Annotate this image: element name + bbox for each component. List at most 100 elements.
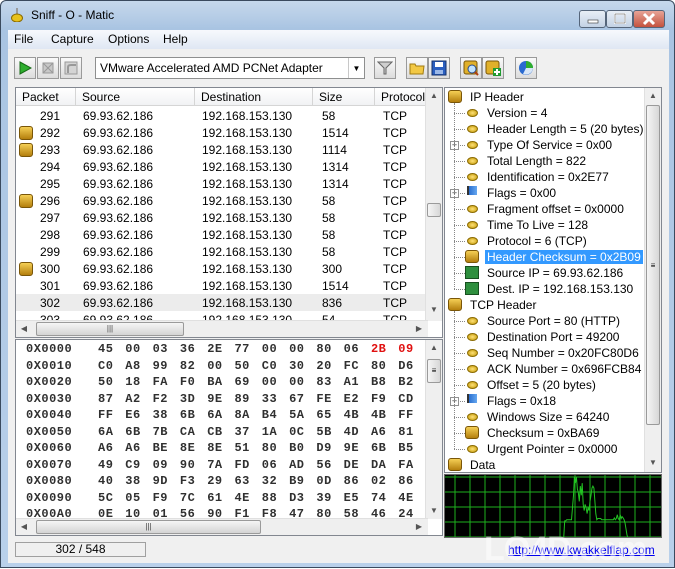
packet-row[interactable]: 295 69.93.62.186 192.168.153.130 1314 TCP xyxy=(16,175,428,192)
cell-packet: 292 xyxy=(40,126,61,140)
stop-capture-button[interactable] xyxy=(37,57,59,79)
hex-row[interactable]: 0X00905C05F97C614E88D339E5744E0 xyxy=(26,491,453,507)
packet-row[interactable]: 292 69.93.62.186 192.168.153.130 1514 TCP xyxy=(16,124,428,141)
hex-row[interactable]: 0X003087A2F23D9E893367FEE2F9CDE xyxy=(26,392,453,408)
packet-row[interactable]: 291 69.93.62.186 192.168.153.130 58 TCP xyxy=(16,107,428,124)
field-icon xyxy=(467,317,478,325)
scroll-right-arrow-icon[interactable]: ▶ xyxy=(411,321,427,337)
hex-vscroll-thumb[interactable]: ≡ xyxy=(427,359,441,383)
tree-connector xyxy=(454,417,465,418)
tree-vscrollbar[interactable]: ▲ ≡ ▼ xyxy=(644,88,661,472)
packet-row[interactable]: 297 69.93.62.186 192.168.153.130 58 TCP xyxy=(16,209,428,226)
column-protocol[interactable]: Protocol xyxy=(375,88,428,106)
tree-connector xyxy=(454,433,465,434)
packet-row[interactable]: 294 69.93.62.186 192.168.153.130 1314 TCP xyxy=(16,158,428,175)
hex-hscrollbar[interactable]: ◀ ||| ▶ xyxy=(16,518,428,535)
clear-button[interactable] xyxy=(60,57,82,79)
hex-byte: 6A xyxy=(98,424,114,439)
close-button[interactable] xyxy=(633,10,665,28)
cell-source: 69.93.62.186 xyxy=(83,160,154,174)
hex-row[interactable]: 0X00205018FAF0BA69000083A1B8B2F xyxy=(26,375,453,391)
menu-options[interactable]: Options xyxy=(108,32,149,46)
packet-list-vscroll-thumb[interactable] xyxy=(427,203,441,217)
add-packet-button[interactable] xyxy=(482,57,504,79)
column-source[interactable]: Source xyxy=(76,88,195,106)
hex-byte: D6 xyxy=(398,358,414,373)
hex-vscrollbar[interactable]: ▲ ≡ ▼ xyxy=(425,340,442,519)
scroll-right-arrow-icon[interactable]: ▶ xyxy=(411,519,427,535)
scroll-down-arrow-icon[interactable]: ▼ xyxy=(426,503,442,519)
hex-byte: 90 xyxy=(179,457,196,472)
hex-byte: 4D xyxy=(343,424,360,439)
scroll-left-arrow-icon[interactable]: ◀ xyxy=(16,519,32,535)
column-destination[interactable]: Destination xyxy=(195,88,313,106)
hex-row[interactable]: 0X0060A6A6BE8E8E5180B0D99E6BB50 xyxy=(26,441,453,457)
tree-vscroll-thumb[interactable]: ≡ xyxy=(646,105,660,425)
cell-source: 69.93.62.186 xyxy=(83,109,154,123)
hex-byte: BE xyxy=(152,441,168,455)
cell-protocol: TCP xyxy=(383,211,407,225)
tree-node-label: IP Header xyxy=(470,90,524,104)
packet-row[interactable]: 296 69.93.62.186 192.168.153.130 58 TCP xyxy=(16,192,428,209)
hex-row[interactable]: 0X0010C0A899820050C03020FC80D66 xyxy=(26,359,453,375)
cell-packet: 298 xyxy=(40,228,61,242)
cell-destination: 192.168.153.130 xyxy=(202,296,293,310)
hex-byte: F9 xyxy=(152,490,168,505)
scroll-down-arrow-icon[interactable]: ▼ xyxy=(426,302,442,318)
hex-byte: B4 xyxy=(261,408,278,422)
save-button[interactable] xyxy=(428,57,450,79)
maximize-button[interactable] xyxy=(606,10,633,28)
statistics-button[interactable] xyxy=(515,57,537,79)
hex-hscroll-thumb[interactable]: ||| xyxy=(36,520,261,534)
hex-byte: 69 xyxy=(234,375,250,389)
packet-list-hscrollbar[interactable]: ◀ ||| ▶ xyxy=(16,320,428,337)
scroll-up-arrow-icon[interactable]: ▲ xyxy=(426,88,442,104)
adapter-select[interactable]: VMware Accelerated AMD PCNet Adapter ▼ xyxy=(95,57,365,79)
packet-row[interactable]: 298 69.93.62.186 192.168.153.130 58 TCP xyxy=(16,226,428,243)
packet-row[interactable]: 302 69.93.62.186 192.168.153.130 836 TCP xyxy=(16,294,428,311)
packet-list-vscrollbar[interactable]: ▲ ▼ xyxy=(425,88,442,321)
start-capture-button[interactable] xyxy=(14,57,36,79)
packet-list-hscroll-thumb[interactable]: ||| xyxy=(36,322,184,336)
hex-byte: 2E xyxy=(207,342,223,356)
hex-byte: 82 xyxy=(179,358,196,373)
hex-byte: 05 xyxy=(125,490,141,505)
hex-byte: 99 xyxy=(152,358,168,373)
scroll-up-arrow-icon[interactable]: ▲ xyxy=(426,340,442,356)
cell-packet: 301 xyxy=(40,279,61,293)
tree-node-label: Fragment offset = 0x0000 xyxy=(487,202,624,216)
hex-offset: 0X0090 xyxy=(26,490,73,505)
save-disk-icon xyxy=(431,60,447,76)
hex-row[interactable]: 0X008040389DF3296332B90D8602869 xyxy=(26,474,453,490)
hex-row[interactable]: 0X007049C909907AFD06AD56DEDAFAB xyxy=(26,458,453,474)
packet-row[interactable]: 299 69.93.62.186 192.168.153.130 58 TCP xyxy=(16,243,428,260)
cell-source: 69.93.62.186 xyxy=(83,126,154,140)
chevron-down-icon[interactable]: ▼ xyxy=(348,58,364,78)
title-bar[interactable]: Sniff - O - Matic xyxy=(1,1,674,29)
hex-byte: 9E xyxy=(343,441,360,455)
menu-file[interactable]: File xyxy=(14,32,33,46)
scroll-down-arrow-icon[interactable]: ▼ xyxy=(645,455,661,471)
scroll-left-arrow-icon[interactable]: ◀ xyxy=(16,321,32,337)
cell-packet: 300 xyxy=(40,262,61,276)
tree-node-label: Time To Live = 128 xyxy=(487,218,589,232)
scroll-up-arrow-icon[interactable]: ▲ xyxy=(645,88,661,104)
column-size[interactable]: Size xyxy=(313,88,375,106)
packet-counter: 302 / 548 xyxy=(15,542,146,557)
hex-byte: D9 xyxy=(316,441,332,455)
hex-row[interactable]: 0X00506A6B7BCACB371A0C5B4DA681C xyxy=(26,425,453,441)
menu-help[interactable]: Help xyxy=(163,32,188,46)
hex-row[interactable]: 0X0000450003362E77000080062B094 xyxy=(26,342,453,358)
minimize-button[interactable] xyxy=(579,10,606,28)
packet-row[interactable]: 301 69.93.62.186 192.168.153.130 1514 TCP xyxy=(16,277,428,294)
column-packet[interactable]: Packet xyxy=(16,88,76,106)
website-link[interactable]: http://www.kwakkelflap.com xyxy=(508,543,655,557)
field-icon xyxy=(467,173,478,181)
packet-row[interactable]: 300 69.93.62.186 192.168.153.130 300 TCP xyxy=(16,260,428,277)
packet-row[interactable]: 293 69.93.62.186 192.168.153.130 1114 TCP xyxy=(16,141,428,158)
open-button[interactable] xyxy=(406,57,428,79)
filter-button[interactable] xyxy=(374,57,396,79)
menu-capture[interactable]: Capture xyxy=(51,32,94,46)
inspect-packet-button[interactable] xyxy=(460,57,482,79)
hex-row[interactable]: 0X0040FFE6386B6A8AB45A654B4BFF8 xyxy=(26,408,453,424)
